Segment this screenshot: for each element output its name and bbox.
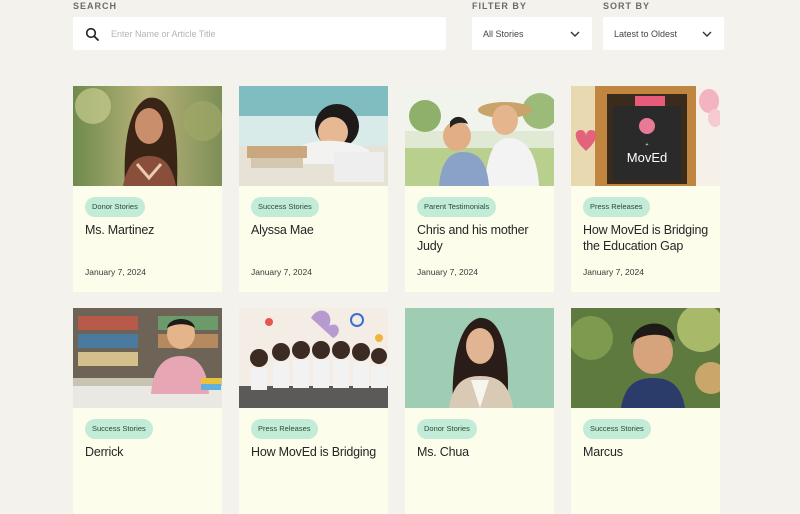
story-image-girl-with-books <box>239 86 388 186</box>
category-badge[interactable]: Parent Testimonials <box>417 197 497 217</box>
card-title[interactable]: How MovEd is Bridging the Education Gap <box>583 222 715 254</box>
story-card[interactable]: Donor Stories Ms. Martinez January 7, 20… <box>73 86 222 292</box>
search-input[interactable] <box>109 27 446 40</box>
story-card[interactable]: Success Stories Alyssa Mae January 7, 20… <box>239 86 388 292</box>
sort-select[interactable]: Latest to Oldest <box>603 17 724 50</box>
card-date: January 7, 2024 <box>417 267 478 277</box>
story-card[interactable]: Success Stories Marcus <box>571 308 720 514</box>
search-box[interactable] <box>73 17 446 50</box>
story-card[interactable]: Success Stories Derrick <box>73 308 222 514</box>
search-icon <box>85 27 99 41</box>
chevron-down-icon <box>570 31 580 37</box>
story-card[interactable]: Press Releases How MovEd is Bridging <box>239 308 388 514</box>
story-image-group-of-students <box>239 308 388 408</box>
story-image-mother-and-son <box>405 86 554 186</box>
card-title[interactable]: How MovEd is Bridging <box>251 444 383 460</box>
card-title[interactable]: Derrick <box>85 444 217 460</box>
filter-label: FILTER BY <box>472 1 527 11</box>
story-card[interactable]: Donor Stories Ms. Chua <box>405 308 554 514</box>
category-badge[interactable]: Donor Stories <box>85 197 145 217</box>
story-image-woman-green-backdrop <box>405 308 554 408</box>
category-badge[interactable]: Press Releases <box>583 197 650 217</box>
sort-value: Latest to Oldest <box>614 28 678 39</box>
board-word: MovEd <box>627 150 667 165</box>
category-badge[interactable]: Press Releases <box>251 419 318 439</box>
card-title[interactable]: Ms. Martinez <box>85 222 217 238</box>
story-card[interactable]: Parent Testimonials Chris and his mother… <box>405 86 554 292</box>
category-badge[interactable]: Donor Stories <box>417 419 477 439</box>
search-label: SEARCH <box>73 1 118 11</box>
filter-value: All Stories <box>483 28 524 39</box>
card-title[interactable]: Ms. Chua <box>417 444 549 460</box>
card-date: January 7, 2024 <box>251 267 312 277</box>
filter-select[interactable]: All Stories <box>472 17 592 50</box>
story-card[interactable]: + MovEd Press Releases How MovEd is Brid… <box>571 86 720 292</box>
card-title[interactable]: Marcus <box>583 444 715 460</box>
story-image-moved-chalkboard: + MovEd <box>571 86 720 186</box>
category-badge[interactable]: Success Stories <box>85 419 153 439</box>
card-title[interactable]: Alyssa Mae <box>251 222 383 238</box>
sort-label: SORT BY <box>603 1 651 11</box>
card-date: January 7, 2024 <box>583 267 644 277</box>
card-title[interactable]: Chris and his mother Judy <box>417 222 549 254</box>
story-image-boy-portrait <box>571 308 720 408</box>
chevron-down-icon <box>702 31 712 37</box>
story-image-boy-in-library <box>73 308 222 408</box>
category-badge[interactable]: Success Stories <box>251 197 319 217</box>
svg-text:+: + <box>646 142 649 148</box>
category-badge[interactable]: Success Stories <box>583 419 651 439</box>
card-date: January 7, 2024 <box>85 267 146 277</box>
story-image-woman-portrait <box>73 86 222 186</box>
